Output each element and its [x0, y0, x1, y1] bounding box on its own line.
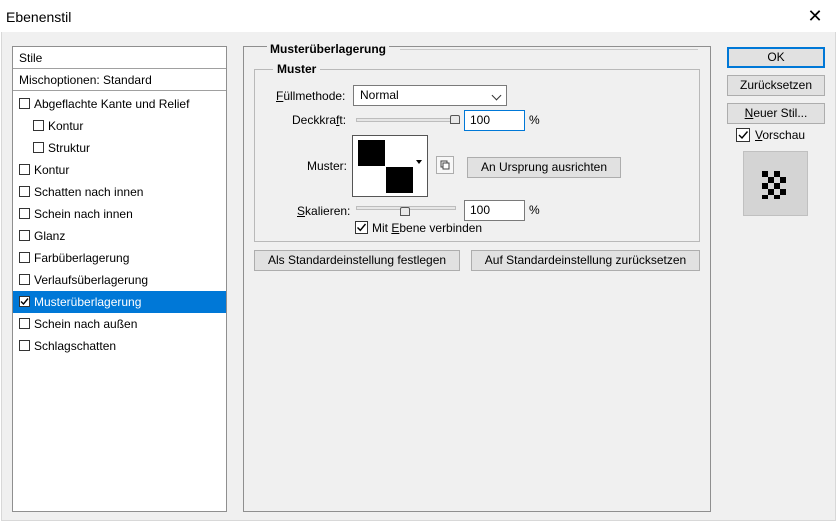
pattern-label: Muster: [307, 159, 348, 173]
check-icon [20, 298, 29, 306]
new-preset-icon[interactable] [436, 156, 454, 174]
opacity-label: Deckkraft: [292, 113, 347, 127]
checkbox[interactable] [33, 120, 44, 131]
opacity-percent: % [529, 113, 540, 127]
new-style-button[interactable]: Neuer Stil... [727, 103, 825, 124]
pattern-square [386, 167, 413, 193]
list-item-label: Abgeflachte Kante und Relief [34, 97, 190, 111]
list-item-label: Verlaufsüberlagerung [34, 273, 149, 287]
blend-mode-label: Füllmethode: [276, 89, 346, 103]
checkbox[interactable] [19, 98, 30, 109]
list-item-label: Mischoptionen: Standard [19, 73, 152, 87]
check-icon [738, 131, 749, 140]
styles-list: Stile Mischoptionen: Standard Abgeflacht… [12, 46, 227, 512]
preview-label: Vorschau [755, 128, 806, 142]
pattern-picker[interactable] [352, 135, 428, 197]
opacity-input[interactable]: 100 [464, 110, 525, 131]
checkbox[interactable] [33, 142, 44, 153]
divider [400, 49, 698, 50]
preview-thumbnail [762, 171, 786, 199]
list-item-inner-glow[interactable]: Schein nach innen [13, 203, 226, 225]
list-item-bevel[interactable]: Abgeflachte Kante und Relief [13, 93, 226, 115]
opacity-slider[interactable] [356, 118, 456, 122]
list-item-blending-options[interactable]: Mischoptionen: Standard [13, 69, 226, 91]
list-item-color-overlay[interactable]: Farbüberlagerung [13, 247, 226, 269]
set-default-button[interactable]: Als Standardeinstellung festlegen [254, 250, 460, 271]
close-icon[interactable]: ✕ [800, 4, 830, 28]
checkbox[interactable] [19, 208, 30, 219]
list-item-label: Schein nach innen [34, 207, 133, 221]
window-title: Ebenenstil [6, 9, 72, 25]
list-item-outer-glow[interactable]: Schein nach außen [13, 313, 226, 335]
ok-button[interactable]: OK [727, 47, 825, 68]
pattern-square [358, 140, 385, 166]
list-item-drop-shadow[interactable]: Schlagschatten [13, 335, 226, 357]
new-style-label: Neuer Stil... [744, 106, 808, 120]
new-preset-glyph [440, 160, 450, 170]
section-title: Musterüberlagerung [267, 42, 390, 56]
preview-checkbox[interactable] [736, 128, 750, 142]
list-item-pattern-overlay[interactable]: Musterüberlagerung [13, 291, 226, 313]
style-preview [743, 151, 808, 216]
title-bar [0, 0, 837, 32]
list-item-label: Stile [19, 51, 43, 65]
list-item-styles[interactable]: Stile [13, 47, 226, 69]
reset-button[interactable]: Zurücksetzen [727, 75, 825, 96]
list-item-label: Schlagschatten [34, 339, 117, 353]
scale-percent: % [529, 203, 540, 217]
checkbox[interactable] [19, 186, 30, 197]
list-item-label: Kontur [48, 119, 84, 133]
checkbox[interactable] [19, 340, 30, 351]
list-item-satin[interactable]: Glanz [13, 225, 226, 247]
list-item-inner-shadow[interactable]: Schatten nach innen [13, 181, 226, 203]
scale-slider-thumb[interactable] [400, 207, 410, 216]
chevron-down-icon[interactable] [416, 160, 422, 164]
opacity-slider-thumb[interactable] [450, 115, 460, 124]
group-title: Muster [273, 62, 321, 76]
list-item-gradient-overlay[interactable]: Verlaufsüberlagerung [13, 269, 226, 291]
list-item-stroke[interactable]: Kontur [13, 159, 226, 181]
checkbox[interactable] [19, 318, 30, 329]
checkbox[interactable] [19, 164, 30, 175]
list-item-texture[interactable]: Struktur [13, 137, 226, 159]
list-item-label: Struktur [48, 141, 91, 155]
checkbox[interactable] [19, 252, 30, 263]
check-icon [357, 223, 367, 232]
list-item-label: Farbüberlagerung [34, 251, 130, 265]
link-with-layer-checkbox[interactable] [355, 221, 368, 234]
list-item-label: Schein nach außen [34, 317, 138, 331]
checkbox-checked[interactable] [19, 296, 30, 307]
blend-mode-value: Normal [360, 88, 399, 102]
list-item-label: Glanz [34, 229, 66, 243]
link-with-layer-label: Mit Ebene verbinden [372, 221, 483, 235]
list-item-label: Kontur [34, 163, 70, 177]
scale-label: Skalieren: [297, 204, 351, 218]
list-item-label: Musterüberlagerung [34, 295, 142, 309]
reset-default-button[interactable]: Auf Standardeinstellung zurücksetzen [471, 250, 700, 271]
checkbox[interactable] [19, 230, 30, 241]
chevron-down-icon [491, 90, 502, 101]
list-item-contour-sub[interactable]: Kontur [13, 115, 226, 137]
blend-mode-select[interactable]: Normal [353, 85, 507, 106]
scale-input[interactable]: 100 [464, 200, 525, 221]
list-item-label: Schatten nach innen [34, 185, 144, 199]
checkbox[interactable] [19, 274, 30, 285]
snap-to-origin-button[interactable]: An Ursprung ausrichten [467, 157, 621, 178]
